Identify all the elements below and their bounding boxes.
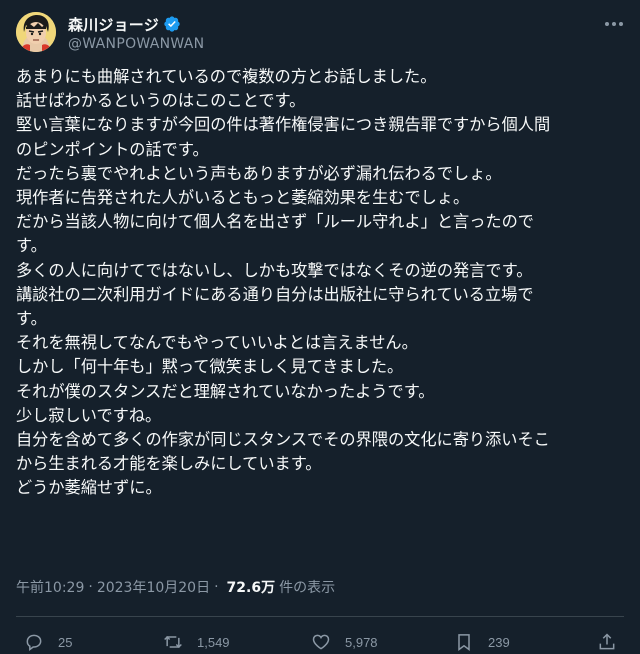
tweet-date[interactable]: 2023年10月20日 [97,577,210,597]
repost-count: 1,549 [197,634,230,650]
tweet-text-line: す。 [16,309,47,329]
views-label: 件の表示 [279,580,336,596]
verified-badge-icon [163,15,181,33]
heart-icon [312,634,330,650]
meta-separator: · [88,579,93,595]
tweet-text-line: から生まれる才能を楽しみにしています。 [16,454,322,474]
repost-button[interactable]: 1,549 [163,630,230,654]
share-button[interactable] [597,630,617,654]
tweet-text-line: だから当該人物に向けて個人名を出さず「ルール守れよ」と言ったので [16,212,534,232]
tweet-text-line: す。 [16,236,47,256]
tweet-text: あまりにも曲解されているので複数の方とお話しました。 話せばわかるというのはこの… [16,65,626,501]
tweet-text-line: どうか萎縮せずに。 [16,478,162,498]
more-options-button[interactable] [600,14,628,34]
tweet-text-line: それを無視してなんでもやっていいよとは言えません。 [16,333,418,353]
bookmark-button[interactable]: 239 [454,630,510,654]
tweet-meta: 午前10:29 · 2023年10月20日 · 72.6万 件の表示 [16,577,335,597]
reply-button[interactable]: 25 [24,630,72,654]
like-count: 5,978 [345,634,378,650]
tweet-text-line: 現作者に告発された人がいるともっと萎縮効果を生むでしょ。 [16,188,470,208]
action-bar: 25 1,549 5,978 239 [0,630,640,654]
tweet-text-line: 多くの人に向けてではないし、しかも攻撃ではなくその逆の発言です。 [16,260,533,280]
share-icon [599,633,615,650]
tweet-time[interactable]: 午前10:29 [16,577,84,597]
tweet-text-line: それが僕のスタンスだと理解されていなかったようです。 [16,381,435,401]
more-dot-icon [605,22,609,26]
meta-separator: · [214,579,219,595]
tweet-card: 森川ジョージ @WANPOWANWAN あまりにも曲解されているので複数の方とお… [0,0,640,654]
more-dot-icon [612,22,616,26]
tweet-text-line: 話せばわかるというのはこのことです。 [16,91,306,111]
tweet-text-line: あまりにも曲解されているので複数の方とお話しました。 [16,67,437,86]
like-button[interactable]: 5,978 [311,630,378,654]
more-dot-icon [619,22,623,26]
tweet-text-line: 自分を含めて多くの作家が同じスタンスでその界隈の文化に寄り添いそこ [16,430,550,450]
author-display-name[interactable]: 森川ジョージ [68,14,159,35]
divider [16,616,624,617]
reply-count: 25 [58,634,73,650]
repost-icon [164,635,182,649]
avatar-illustration [16,12,56,52]
bookmark-count: 239 [488,634,510,650]
bookmark-icon [458,634,470,651]
author-handle[interactable]: @WANPOWANWAN [68,36,204,52]
author-name-row[interactable]: 森川ジョージ [68,14,181,34]
tweet-text-line: 堅い言葉になりますが今回の件は著作権侵害につき親告罪ですから個人間 [16,115,551,135]
tweet-text-line: だったら裏でやれよという声もありますが必ず漏れ伝わるでしょ。 [16,163,502,183]
tweet-text-line: 少し寂しいですね。 [16,405,162,425]
tweet-text-line: しかし「何十年も」黙って微笑ましく見てきました。 [16,357,404,377]
avatar[interactable] [16,12,56,52]
tweet-text-line: 講談社の二次利用ガイドにある通り自分は出版社に守られている立場で [16,284,534,304]
tweet-text-line: のピンポイントの話です。 [16,139,209,159]
reply-icon [26,634,42,651]
views-count: 72.6万 [226,580,276,596]
